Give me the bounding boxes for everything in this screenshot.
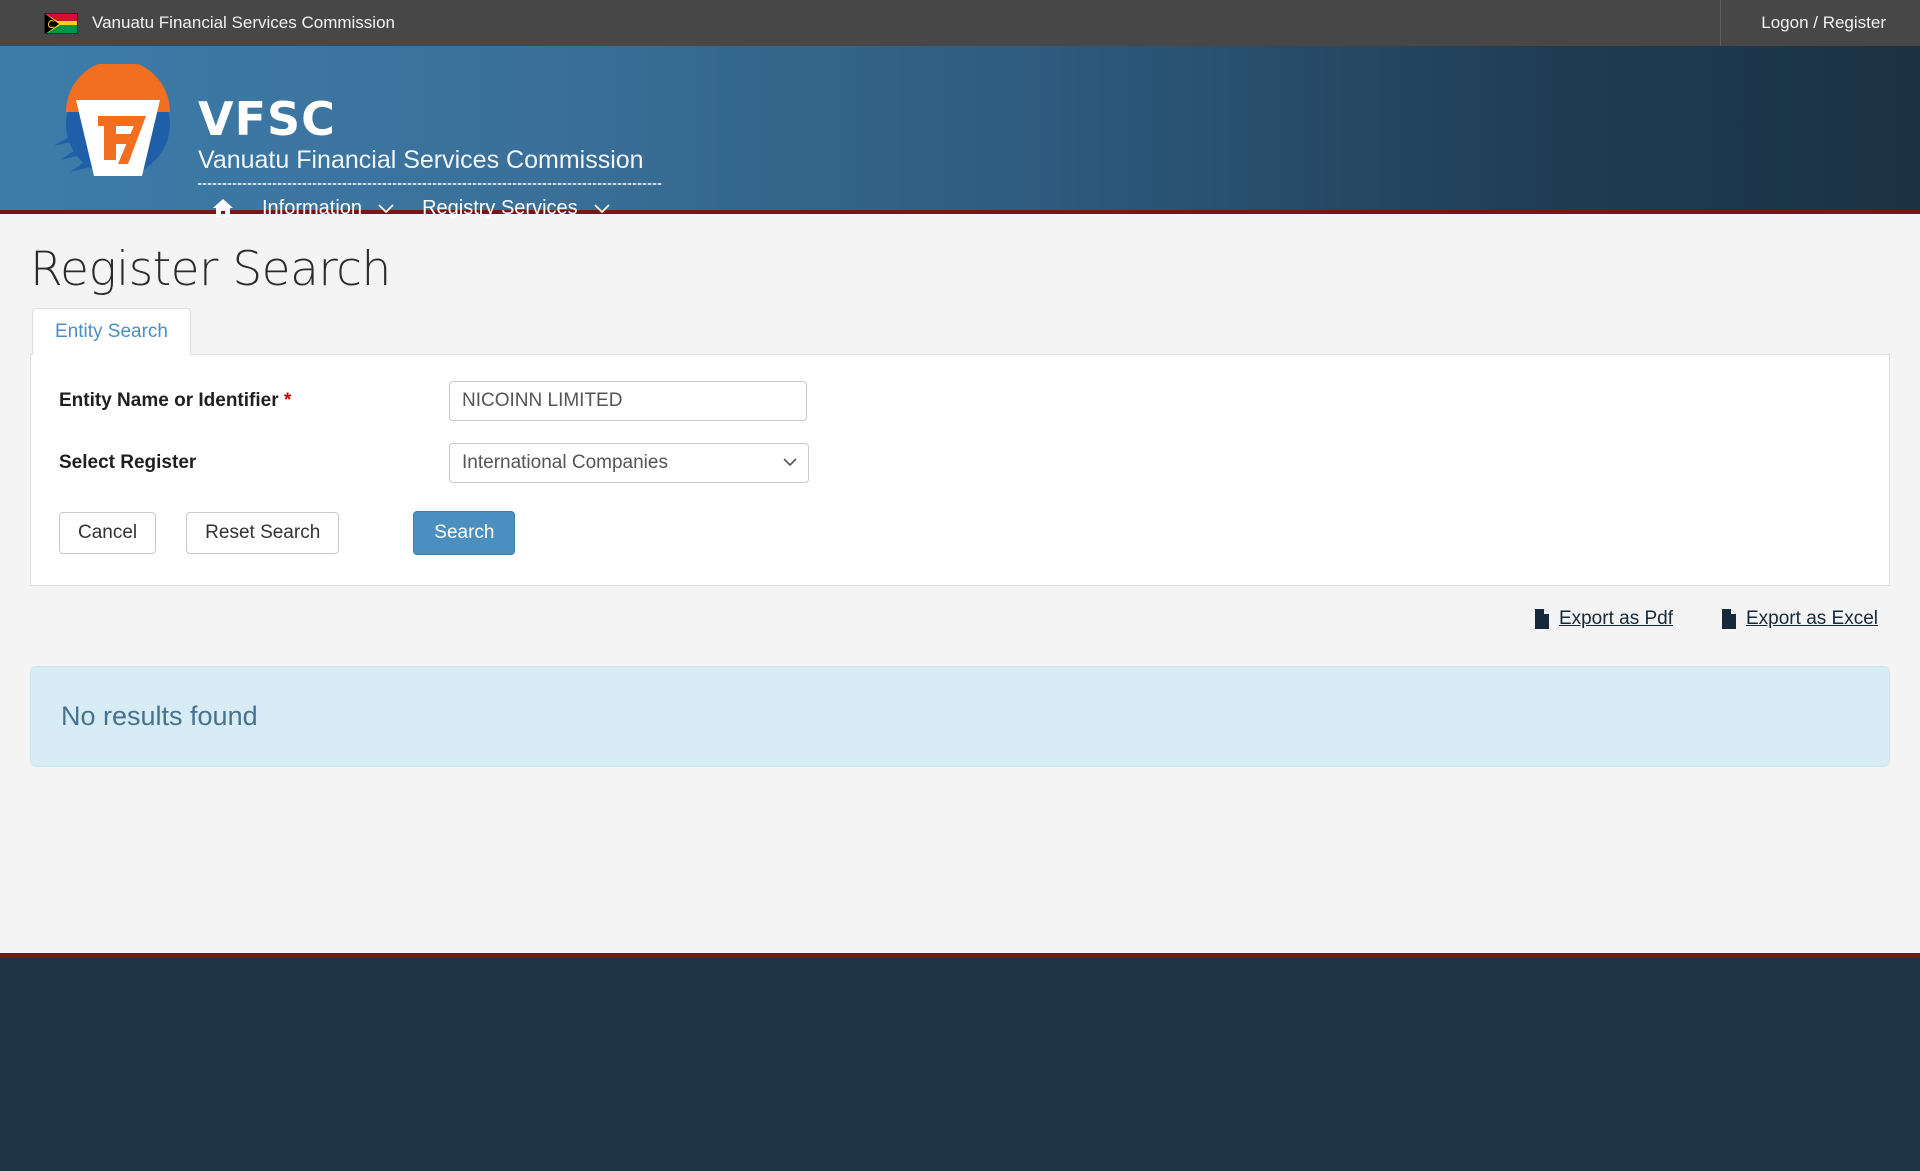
logon-register-link[interactable]: Logon / Register xyxy=(1761,13,1886,33)
brand-subtitle: Vanuatu Financial Services Commission xyxy=(198,146,662,175)
reset-search-button[interactable]: Reset Search xyxy=(186,512,339,554)
site-name: Vanuatu Financial Services Commission xyxy=(92,13,395,33)
chevron-down-icon xyxy=(594,197,610,220)
export-as-pdf-link[interactable]: Export as Pdf xyxy=(1534,608,1673,630)
site-header: VFSC Vanuatu Financial Services Commissi… xyxy=(0,46,1920,214)
export-as-excel-label: Export as Excel xyxy=(1746,608,1878,630)
select-register-dropdown[interactable]: International Companies xyxy=(449,443,809,483)
site-footer xyxy=(0,953,1920,1171)
select-register-value: International Companies xyxy=(462,452,668,474)
field-row-select-register: Select Register International Companies xyxy=(59,443,1861,483)
vfsc-logo-icon[interactable] xyxy=(46,64,174,192)
select-register-label: Select Register xyxy=(59,452,449,474)
no-results-message: No results found xyxy=(30,666,1890,767)
chevron-down-icon xyxy=(378,197,394,220)
required-marker: * xyxy=(284,390,291,411)
home-icon xyxy=(212,198,234,218)
tab-entity-search[interactable]: Entity Search xyxy=(32,308,191,355)
search-button[interactable]: Search xyxy=(413,511,515,555)
export-as-pdf-label: Export as Pdf xyxy=(1559,608,1673,630)
file-pdf-icon xyxy=(1534,609,1550,629)
form-actions: Cancel Reset Search Search xyxy=(59,511,1861,555)
brand-divider xyxy=(198,183,662,185)
field-row-entity-name: Entity Name or Identifier * xyxy=(59,381,1861,421)
page-title: Register Search xyxy=(30,242,1890,297)
top-utility-bar: Vanuatu Financial Services Commission Lo… xyxy=(0,0,1920,46)
main-content: Register Search Entity Search Entity Nam… xyxy=(0,242,1920,767)
brand-title: VFSC xyxy=(198,96,662,142)
export-as-excel-link[interactable]: Export as Excel xyxy=(1721,608,1878,630)
export-actions: Export as Pdf Export as Excel xyxy=(30,608,1878,630)
nav-label-information: Information xyxy=(262,197,362,220)
file-excel-icon xyxy=(1721,609,1737,629)
vanuatu-flag-icon xyxy=(44,13,78,34)
nav-home[interactable] xyxy=(198,194,248,222)
cancel-button[interactable]: Cancel xyxy=(59,512,156,554)
topbar-divider xyxy=(1720,0,1721,46)
site-identity: Vanuatu Financial Services Commission xyxy=(0,13,395,34)
main-navigation: Information Registry Services xyxy=(198,193,662,224)
entity-name-input[interactable] xyxy=(449,381,807,421)
entity-name-label: Entity Name or Identifier * xyxy=(59,390,449,412)
entity-name-label-text: Entity Name or Identifier xyxy=(59,390,279,411)
brand-block: VFSC Vanuatu Financial Services Commissi… xyxy=(198,96,662,224)
select-register-wrapper: International Companies xyxy=(449,443,809,483)
entity-search-panel: Entity Name or Identifier * Select Regis… xyxy=(30,354,1890,586)
nav-item-registry-services[interactable]: Registry Services xyxy=(408,193,624,224)
nav-label-registry-services: Registry Services xyxy=(422,197,578,220)
top-bar-actions: Logon / Register xyxy=(1720,0,1920,46)
tab-bar: Entity Search xyxy=(32,307,1890,354)
nav-item-information[interactable]: Information xyxy=(248,193,408,224)
